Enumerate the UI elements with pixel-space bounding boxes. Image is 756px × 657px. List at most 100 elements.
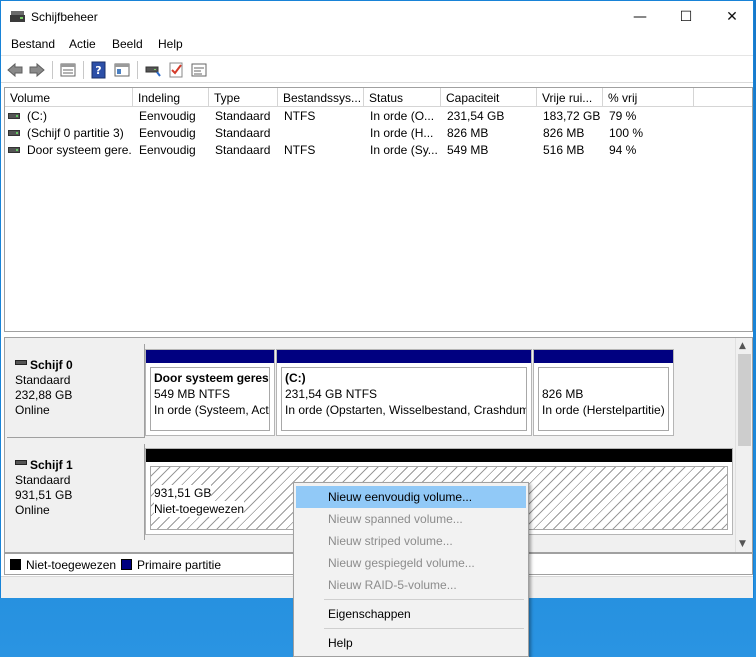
scrollbar-thumb[interactable] (738, 354, 751, 446)
cell-type: Standaard (215, 109, 271, 123)
cell-type: Standaard (215, 143, 271, 157)
menu-bestand[interactable]: Bestand (11, 37, 55, 51)
menu-item-help[interactable]: Help (296, 632, 526, 654)
toolbar-separator (52, 61, 53, 79)
legend-swatch-unallocated (10, 559, 21, 570)
drive-icon (8, 147, 20, 153)
partition-title: (C:) (285, 371, 306, 385)
menu-item-new-simple-volume[interactable]: Nieuw eenvoudig volume... (296, 486, 526, 508)
disk-0-size: 232,88 GB (15, 388, 73, 402)
close-button[interactable]: ✕ (709, 1, 755, 33)
volume-list[interactable]: Volume Indeling Type Bestandssys... Stat… (4, 87, 753, 332)
menu-item-properties[interactable]: Eigenschappen (296, 603, 526, 625)
check-icon[interactable] (167, 61, 185, 79)
disk-1-state: Online (15, 503, 50, 517)
column-header-type[interactable]: Type (209, 88, 278, 107)
partition-size: 931,51 GB (154, 485, 212, 501)
context-menu: Nieuw eenvoudig volume... Nieuw spanned … (293, 482, 529, 657)
cell-status: In orde (O... (370, 109, 435, 123)
maximize-button[interactable]: ☐ (663, 1, 709, 33)
scroll-down-icon[interactable]: ▼ (739, 539, 746, 549)
disk-0-type: Standaard (15, 373, 71, 387)
column-header-procent-vrij[interactable]: % vrij (603, 88, 694, 107)
cell-vrije-ruimte: 516 MB (543, 143, 585, 157)
table-row[interactable]: (C:) Eenvoudig Standaard NTFS In orde (O… (5, 108, 752, 125)
cell-bestandssysteem: NTFS (284, 143, 316, 157)
partition-recovery[interactable]: 826 MB In orde (Herstelpartitie) (533, 349, 674, 436)
disk-icon (15, 460, 27, 466)
cell-indeling: Eenvoudig (139, 109, 196, 123)
scroll-up-icon[interactable]: ▲ (739, 341, 746, 351)
cell-procent-vrij: 100 % (609, 126, 644, 140)
partition-title (542, 370, 668, 386)
partition-size: 826 MB (542, 387, 584, 401)
cell-capaciteit: 549 MB (447, 143, 489, 157)
disk-1-label[interactable]: Schijf 1 Standaard 931,51 GB Online (7, 444, 145, 540)
column-header-capaciteit[interactable]: Capaciteit (441, 88, 537, 107)
cell-status: In orde (Sy... (370, 143, 438, 157)
cell-procent-vrij: 79 % (609, 109, 637, 123)
toolbar-separator (137, 61, 138, 79)
drive-icon (8, 130, 20, 136)
primary-partition-bar (277, 350, 531, 363)
menu-item-new-spanned-volume[interactable]: Nieuw spanned volume... (296, 508, 526, 530)
partition-system-reserved[interactable]: Door systeem gereserveerd 549 MB NTFS In… (145, 349, 275, 436)
cell-volume: Door systeem gere... (27, 143, 131, 157)
legend-label-unallocated: Niet-toegewezen (26, 558, 117, 572)
cell-capaciteit: 826 MB (447, 126, 489, 140)
partition-status: In orde (Opstarten, Wisselbestand, Crash… (285, 403, 526, 417)
column-header-filler (694, 88, 752, 107)
disk-1-name: Schijf 1 (30, 458, 73, 472)
menu-separator (324, 628, 524, 629)
column-header-bestandssysteem[interactable]: Bestandssys... (278, 88, 364, 107)
menu-beeld[interactable]: Beeld (112, 37, 143, 51)
menu-item-new-raid5-volume[interactable]: Nieuw RAID-5-volume... (296, 574, 526, 596)
cell-type: Standaard (215, 126, 271, 140)
menu-actie[interactable]: Actie (69, 37, 96, 51)
drive-icon (8, 113, 20, 119)
title-bar[interactable]: Schijfbeheer — ☐ ✕ (1, 1, 753, 33)
disk-1-size: 931,51 GB (15, 488, 73, 502)
list-view-icon[interactable] (59, 61, 77, 79)
window-title: Schijfbeheer (31, 10, 98, 24)
column-header-status[interactable]: Status (364, 88, 441, 107)
help-icon[interactable]: ? (90, 61, 108, 79)
column-header-indeling[interactable]: Indeling (133, 88, 209, 107)
disk-0-name: Schijf 0 (30, 358, 73, 372)
legend-label-primary: Primaire partitie (137, 558, 222, 572)
menu-item-new-mirrored-volume[interactable]: Nieuw gespiegeld volume... (296, 552, 526, 574)
menu-separator (324, 599, 524, 600)
partition-size: 231,54 GB NTFS (285, 387, 378, 401)
column-header-volume[interactable]: Volume (5, 88, 133, 107)
minimize-button[interactable]: — (617, 1, 663, 33)
console-tree-icon[interactable] (113, 61, 131, 79)
cell-indeling: Eenvoudig (139, 126, 196, 140)
vertical-scrollbar[interactable]: ▲ ▼ (735, 338, 752, 552)
disk-icon (15, 360, 27, 366)
partition-c-drive[interactable]: (C:) 231,54 GB NTFS In orde (Opstarten, … (276, 349, 532, 436)
cell-volume: (Schijf 0 partitie 3) (27, 126, 124, 140)
connect-drive-icon[interactable] (144, 61, 162, 79)
properties-icon[interactable] (190, 61, 208, 79)
cell-volume: (C:) (27, 109, 47, 123)
disk-management-icon (10, 11, 25, 22)
disk-0-label[interactable]: Schijf 0 Standaard 232,88 GB Online (7, 344, 145, 438)
cell-status: In orde (H... (370, 126, 434, 140)
menu-item-new-striped-volume[interactable]: Nieuw striped volume... (296, 530, 526, 552)
table-row[interactable]: (Schijf 0 partitie 3) Eenvoudig Standaar… (5, 125, 752, 142)
forward-arrow-icon[interactable] (28, 61, 46, 79)
primary-partition-bar (534, 350, 673, 363)
cell-vrije-ruimte: 826 MB (543, 126, 585, 140)
cell-capaciteit: 231,54 GB (447, 109, 505, 123)
toolbar: ? (1, 55, 753, 83)
cell-indeling: Eenvoudig (139, 143, 196, 157)
primary-partition-bar (146, 350, 274, 363)
column-header-vrije-ruimte[interactable]: Vrije rui... (537, 88, 603, 107)
back-arrow-icon[interactable] (6, 61, 24, 79)
menu-help[interactable]: Help (158, 37, 183, 51)
partition-status: In orde (Systeem, Actief, Primaire parti… (154, 403, 269, 417)
partition-status: Niet-toegewezen (154, 501, 245, 517)
svg-text:?: ? (95, 64, 101, 77)
table-row[interactable]: Door systeem gere... Eenvoudig Standaard… (5, 142, 752, 159)
toolbar-separator (83, 61, 84, 79)
